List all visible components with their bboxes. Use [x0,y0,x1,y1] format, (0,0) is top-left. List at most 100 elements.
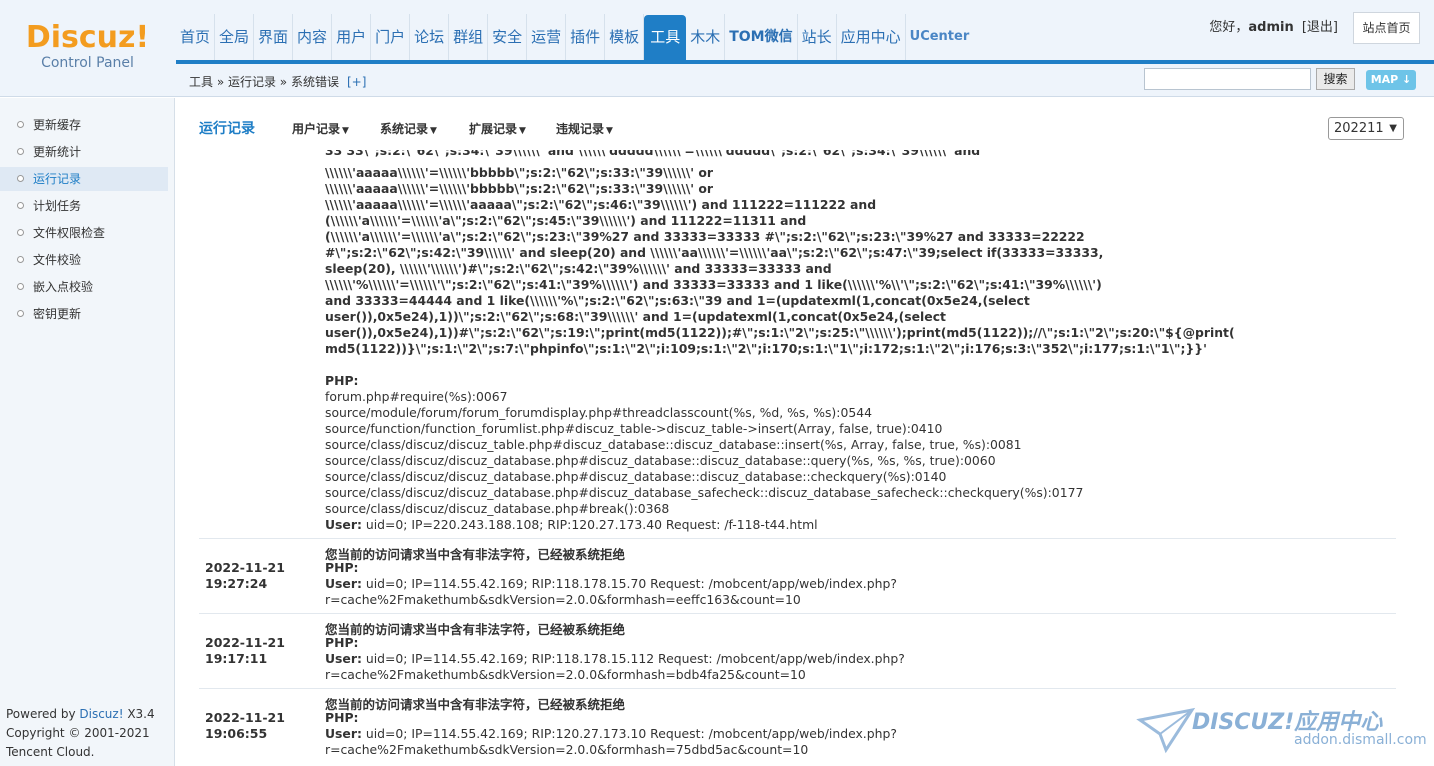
bullet-icon [17,310,24,317]
tab-extension-logs[interactable]: 扩展记录 ▼ [469,120,526,137]
log-time: 19:17:11 [205,651,268,666]
sidebar: 更新缓存更新统计运行记录计划任务文件权限检查 文件校验嵌入点校验密钥更新 Powe… [0,98,175,766]
trace-line: source/class/discuz/discuz_database.php#… [325,453,996,468]
nav-item[interactable]: UCenter [906,14,974,60]
nav-item[interactable]: 运营 [527,14,567,60]
page-title[interactable]: 运行记录 [199,118,255,138]
tab-label: 用户记录 [292,122,341,136]
nav-item[interactable]: 首页 [176,14,216,60]
nav-item[interactable]: 插件 [566,14,606,60]
nav-item[interactable]: 内容 [293,14,333,60]
trace-line: source/class/discuz/discuz_table.php#dis… [325,437,1022,452]
user-label: User: [325,651,362,666]
username: admin [1248,20,1294,35]
sql-line: md5(1122))}\";s:1:\"2\";s:7:\"phpinfo\";… [325,341,1207,356]
sidebar-item[interactable]: 密钥更新 [0,302,168,326]
nav-item[interactable]: 论坛 [410,14,450,60]
chevron-down-icon: ▼ [606,126,613,136]
sidebar-item[interactable]: 更新缓存 [0,113,168,137]
user-line: User: uid=0; IP=220.243.188.108; RIP:120… [325,517,1395,533]
chevron-down-icon: ▼ [342,126,349,136]
discuz-logo[interactable]: Discuz! Control Panel [0,0,175,97]
user-label: User: [325,517,362,532]
main-content: 运行记录 用户记录 ▼ 系统记录 ▼ 扩展记录 ▼ 违规记录 ▼ 202211 ▼ 33… [176,98,1434,766]
sql-line: sleep(20), \\\\\\'\\\\\\')#\";s:2:\"62\"… [325,261,832,276]
powered-by: Powered by Discuz! X3.4 Copyright © 2001… [6,705,155,762]
request-tail: r=cache%2Fmakethumb&sdkVersion=2.0.0&for… [325,742,809,757]
search-button[interactable]: 搜索 [1316,68,1355,90]
discuz-link[interactable]: Discuz! [79,707,123,721]
tab-system-logs[interactable]: 系统记录 ▼ [380,120,437,137]
sql-line: #\";s:2:\"62\";s:42:\"39\\\\\\' and slee… [325,245,1104,260]
sidebar-item[interactable]: 更新统计 [0,140,168,164]
nav-item[interactable]: TOM微信 [725,14,798,60]
copyright-text: Copyright © 2001-2021 [6,726,150,740]
month-select[interactable]: 202211 ▼ [1328,117,1404,140]
row-divider [199,613,1396,614]
sql-line: user()),0x5e24),1))\";s:2:\"62\";s:68:\"… [325,309,946,324]
log-detail: PHP: User: uid=0; IP=114.55.42.169; RIP:… [325,710,897,758]
nav-item[interactable]: 模板 [605,14,645,60]
log-time: 19:06:55 [205,726,268,741]
sql-line: user()),0x5e24),1))#\";s:2:\"62\";s:19:\… [325,325,1235,340]
nav-item[interactable]: 全局 [215,14,255,60]
sidebar-item-label: 文件权限检查 [33,226,106,240]
sidebar-item-label: 文件校验 [33,253,82,267]
user-label: User: [325,576,362,591]
chevron-down-icon: ▼ [519,126,526,136]
log-time: 19:27:24 [205,576,268,591]
nav-item[interactable]: 用户 [332,14,372,60]
user-greeting: 您好，admin [退出] [1209,20,1338,36]
nav-item[interactable]: 应用中心 [837,14,906,60]
php-label-text: PHP: [325,635,359,650]
nav-underline-bar [176,60,1434,64]
map-button[interactable]: MAP ↓ [1366,70,1416,90]
sql-line: \\\\\\'aaaaa\\\\\\'=\\\\\\'aaaaa\";s:2:\… [325,197,877,212]
row-divider [199,688,1396,689]
sidebar-item[interactable]: 文件权限检查 [0,221,168,245]
bullet-icon [17,202,24,209]
nav-item[interactable]: 界面 [254,14,294,60]
user-detail: uid=0; IP=220.243.188.108; RIP:120.27.17… [361,517,818,532]
php-label-text: PHP: [325,560,359,575]
nav-item[interactable]: 站长 [798,14,837,60]
company-text: Tencent Cloud. [6,745,95,759]
bullet-icon [17,256,24,263]
breadcrumb: 工具 » 运行记录 » 系统错误 [+] [189,73,366,90]
user-detail: uid=0; IP=114.55.42.169; RIP:120.27.173.… [361,726,897,741]
sidebar-item[interactable]: 文件校验 [0,248,168,272]
sidebar-item[interactable]: 运行记录 [0,167,168,191]
log-table[interactable]: 33 33\";s:2:\"62\";s:34:\"39\\\\\\' and … [199,150,1396,766]
sidebar-item[interactable]: 计划任务 [0,194,168,218]
month-select-value: 202211 [1334,121,1384,136]
nav-item[interactable]: 安全 [488,14,528,60]
subnav: 运行记录 用户记录 ▼ 系统记录 ▼ 扩展记录 ▼ 违规记录 ▼ [176,112,1434,142]
watermark: DISCUZ!应用中心 addon.dismall.com [1136,702,1427,758]
tab-violation-logs[interactable]: 违规记录 ▼ [556,120,613,137]
log-date: 2022-11-21 [205,710,285,725]
sidebar-item-label: 更新缓存 [33,118,82,132]
top-nav: 首页 全局 界面 内容 用户 门户 论坛 群组 安全 运营 插件 模板 工具 木木 TOM微信 站长 应用中心 U… [176,14,973,60]
site-home-button[interactable]: 站点首页 [1353,12,1420,44]
trace-line: source/class/discuz/discuz_database.php#… [325,501,670,516]
sidebar-item[interactable]: 嵌入点校验 [0,275,168,299]
user-detail: uid=0; IP=114.55.42.169; RIP:118.178.15.… [361,651,905,666]
admin-header: Discuz! Control Panel 首页 全局 界面 内容 用户 门户 论坛 群组 安全… [0,0,1434,97]
nav-item[interactable]: 木木 [686,14,726,60]
logout-link[interactable]: [退出] [1302,20,1338,35]
add-shortcut-link[interactable]: [+] [347,75,366,89]
nav-item[interactable]: 门户 [371,14,411,60]
sql-line: and 33333=44444 and 1 like(\\\\\\'%\";s:… [325,293,1030,308]
logo-subtitle: Control Panel [41,55,134,71]
watermark-site: addon.dismall.com [1294,732,1427,748]
search-input[interactable] [1144,68,1311,90]
nav-item[interactable]: 群组 [449,14,489,60]
php-label-text: PHP: [325,373,359,388]
nav-item[interactable]: 工具 [644,15,687,60]
tab-user-logs[interactable]: 用户记录 ▼ [292,120,349,137]
log-detail: PHP: User: uid=0; IP=114.55.42.169; RIP:… [325,560,897,608]
trace-line: source/class/discuz/discuz_database.php#… [325,469,947,484]
sidebar-item-label: 更新统计 [33,145,82,159]
chevron-down-icon: ▼ [430,126,437,136]
sidebar-item-label: 计划任务 [33,199,82,213]
